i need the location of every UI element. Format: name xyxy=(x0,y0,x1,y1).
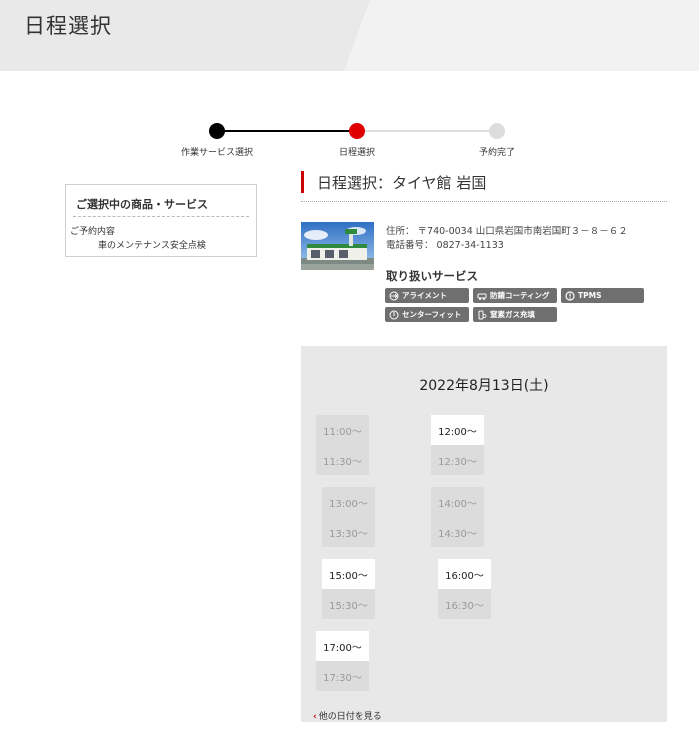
time-slot: 13:30～ xyxy=(322,517,375,547)
tpms-icon xyxy=(565,290,575,301)
time-slot-available[interactable]: 17:00～ xyxy=(316,631,369,661)
heading-accent-bar xyxy=(301,171,304,193)
time-slot: 11:00～ xyxy=(316,415,369,445)
service-label: TPMS xyxy=(578,291,602,300)
nitrogen-icon xyxy=(478,310,487,319)
schedule-date: 2022年8月13日(土) xyxy=(419,378,549,394)
time-slot: 14:30～ xyxy=(431,517,484,547)
service-badge-alignment: アライメント xyxy=(385,288,469,303)
car-coating-icon xyxy=(477,293,487,300)
service-label: センターフィット xyxy=(402,310,462,319)
time-slot: 16:30～ xyxy=(438,589,491,619)
progress-stepper: 作業サービス選択 日程選択 予約完了 xyxy=(0,0,699,160)
alignment-icon xyxy=(389,291,399,300)
service-label: 防錆コーティング xyxy=(490,291,550,300)
time-slot: 11:30～ xyxy=(316,445,369,475)
service-label: 窒素ガス充填 xyxy=(490,310,535,319)
services-title: 取り扱いサービス xyxy=(386,269,478,283)
reservation-label: ご予約内容 xyxy=(70,227,116,237)
stepper-line-todo xyxy=(357,130,497,132)
service-badge-tpms: TPMS xyxy=(561,288,644,303)
time-slot: 12:30～ xyxy=(431,445,484,475)
center-fit-icon xyxy=(389,310,399,319)
step-label-complete: 予約完了 xyxy=(478,148,516,158)
service-label: アライメント xyxy=(402,291,447,300)
service-badge-coating: 防錆コーティング xyxy=(473,288,557,303)
other-dates-link[interactable]: ‹ 他の日付を見る xyxy=(313,709,382,722)
store-photo xyxy=(301,222,374,270)
step-label-service: 作業サービス選択 xyxy=(180,148,254,158)
time-slot-available[interactable]: 15:00～ xyxy=(322,559,375,589)
store-phone: 電話番号： 0827-34-1133 xyxy=(386,240,504,251)
step-label-schedule: 日程選択 xyxy=(338,148,376,158)
store-address: 住所： 〒740-0034 山口県岩国市南岩国町３－８－６２ xyxy=(386,226,628,237)
time-slot: 14:00～ xyxy=(431,487,484,517)
stepper-line-done xyxy=(217,130,357,132)
time-slot: 13:00～ xyxy=(322,487,375,517)
step-dot-service xyxy=(209,123,225,139)
time-slot: 15:30～ xyxy=(322,589,375,619)
time-slot: 17:30～ xyxy=(316,661,369,691)
schedule-panel: 2022年8月13日(土) 11:00～ 11:30～ 12:00～ 12:30… xyxy=(301,346,667,722)
selected-items-title: ご選択中の商品・サービス xyxy=(76,198,208,211)
service-badge-center-fit: センターフィット xyxy=(385,307,469,322)
other-dates-link-label[interactable]: 他の日付を見る xyxy=(319,712,382,722)
step-dot-schedule xyxy=(349,123,365,139)
selected-items-box: ご選択中の商品・サービス ご予約内容 車のメンテナンス安全点検 xyxy=(65,184,257,257)
selected-items-divider xyxy=(73,216,249,217)
time-slot-available[interactable]: 16:00～ xyxy=(438,559,491,589)
time-slot-available[interactable]: 12:00～ xyxy=(431,415,484,445)
store-heading: 日程選択：タイヤ館 岩国 xyxy=(301,171,667,202)
reservation-value: 車のメンテナンス安全点検 xyxy=(98,241,206,251)
service-badge-nitrogen: 窒素ガス充填 xyxy=(473,307,557,322)
step-dot-complete xyxy=(489,123,505,139)
chevron-left-icon: ‹ xyxy=(313,712,317,722)
store-heading-title: 日程選択：タイヤ館 岩国 xyxy=(317,174,487,192)
